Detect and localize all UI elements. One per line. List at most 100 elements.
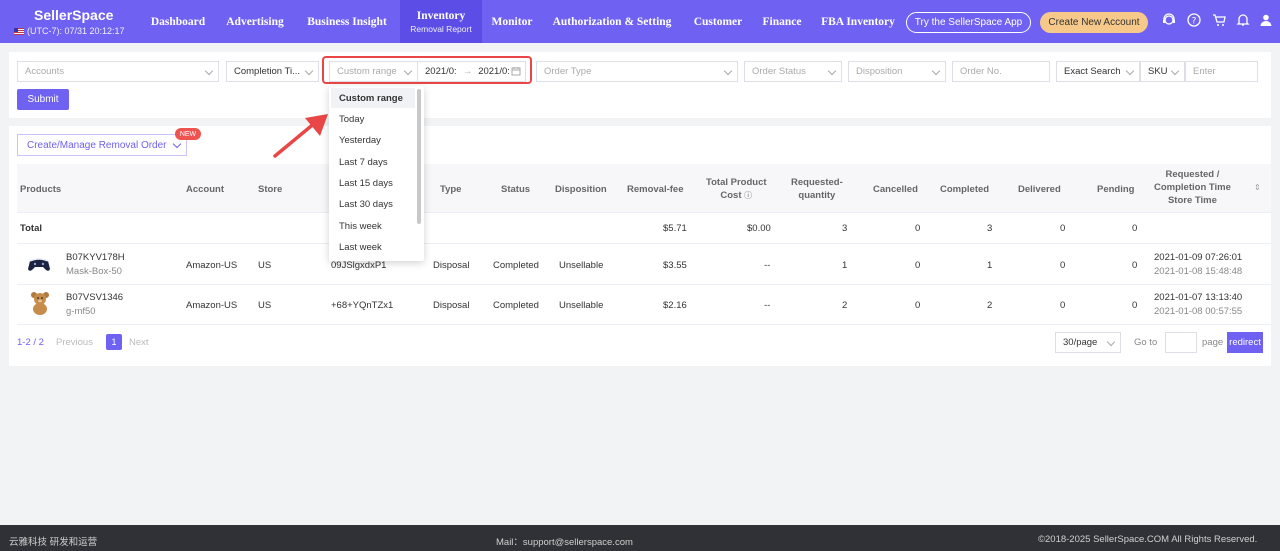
- col-products[interactable]: Products: [20, 183, 61, 196]
- row2-completed: 2: [987, 300, 993, 311]
- help-icon[interactable]: ?: [1186, 13, 1202, 29]
- nav-inventory[interactable]: Inventory Removal Report: [400, 0, 482, 43]
- cart-icon[interactable]: [1211, 13, 1227, 29]
- row2-requested-time: 2021-01-07 13:13:40: [1154, 292, 1243, 303]
- col-removal-fee[interactable]: Removal-fee: [627, 183, 684, 196]
- create-new-account-button[interactable]: Create New Account: [1040, 12, 1148, 33]
- col-store[interactable]: Store: [258, 183, 282, 196]
- order-no-input[interactable]: Order No.: [952, 61, 1050, 82]
- row1-cancelled: 0: [915, 260, 921, 271]
- svg-text:?: ?: [1192, 17, 1197, 27]
- teddy-bear-icon: [27, 290, 53, 315]
- chevron-down-icon: [1125, 66, 1135, 76]
- previous-page-button[interactable]: Previous: [56, 337, 93, 348]
- chevron-down-icon: [1106, 337, 1116, 347]
- nav-fba-inventory[interactable]: FBA Inventory: [814, 0, 902, 43]
- user-icon[interactable]: [1258, 13, 1274, 29]
- row1-sku: Mask-Box-50: [66, 266, 122, 277]
- chevron-down-icon: [204, 66, 214, 76]
- row-divider: [17, 243, 1271, 244]
- info-icon[interactable]: ⓘ: [744, 191, 752, 200]
- chevron-down-icon: [931, 66, 941, 76]
- col-pending[interactable]: Pending: [1097, 183, 1134, 196]
- redirect-button[interactable]: redirect: [1227, 332, 1263, 353]
- row-divider: [17, 324, 1271, 325]
- col-completed[interactable]: Completed: [940, 183, 989, 196]
- create-manage-removal-order-button[interactable]: Create/Manage Removal Order: [17, 134, 187, 156]
- try-app-button[interactable]: Try the SellerSpace App: [906, 12, 1031, 33]
- row1-delivered: 0: [1060, 260, 1066, 271]
- nav-advertising[interactable]: Advertising: [218, 0, 292, 43]
- chevron-down-icon: [1170, 66, 1180, 76]
- chevron-down-icon: [172, 139, 182, 149]
- dropdown-item-last-7-days[interactable]: Last 7 days: [331, 152, 415, 172]
- row2-removal-fee: $2.16: [663, 300, 687, 311]
- row2-type: Disposal: [433, 300, 470, 311]
- dropdown-item-last-week[interactable]: Last week: [331, 237, 415, 257]
- nav-dashboard[interactable]: Dashboard: [142, 0, 214, 43]
- row2-requested: 2: [842, 300, 848, 311]
- row2-asin[interactable]: B07VSV1346: [66, 292, 123, 303]
- disposition-select[interactable]: Disposition: [848, 61, 946, 82]
- col-time[interactable]: Requested / Completion Time Store Time: [1154, 168, 1231, 207]
- order-type-select[interactable]: Order Type: [536, 61, 738, 82]
- footer: 云雅科技 研发和运营 Mail：support@sellerspace.com …: [0, 525, 1280, 551]
- total-pending: 0: [1132, 223, 1138, 234]
- row1-order-id: 09JSlgxdxP1: [331, 260, 387, 271]
- row1-asin[interactable]: B07KYV178H: [66, 252, 125, 263]
- nav-monitor[interactable]: Monitor: [486, 0, 538, 43]
- gamepad-icon: [26, 253, 52, 275]
- col-account[interactable]: Account: [186, 183, 224, 196]
- footer-copyright: ©2018-2025 SellerSpace.COM All Rights Re…: [1038, 534, 1258, 545]
- col-disposition[interactable]: Disposition: [555, 183, 607, 196]
- nav-business-insight[interactable]: Business Insight: [296, 0, 398, 43]
- footer-mail[interactable]: Mail：support@sellerspace.com: [496, 534, 633, 548]
- nav-finance[interactable]: Finance: [756, 0, 808, 43]
- dropdown-scrollbar[interactable]: [417, 89, 421, 224]
- nav-authorization-setting[interactable]: Authorization & Setting: [544, 0, 680, 43]
- accounts-select[interactable]: Accounts: [17, 61, 219, 82]
- page-1-button[interactable]: 1: [106, 334, 122, 350]
- total-cancelled: 0: [915, 223, 921, 234]
- brand-logo[interactable]: SellerSpace: [34, 7, 132, 23]
- row2-pending: 0: [1132, 300, 1138, 311]
- col-status[interactable]: Status: [501, 183, 530, 196]
- row1-store: US: [258, 260, 272, 271]
- dropdown-item-today[interactable]: Today: [331, 109, 415, 129]
- goto-page-input[interactable]: [1165, 332, 1197, 353]
- bell-icon[interactable]: [1235, 13, 1251, 29]
- col-cancelled[interactable]: Cancelled: [873, 183, 918, 196]
- brand: SellerSpace (UTC-7): 07/31 20:12:17: [14, 7, 132, 36]
- submit-button[interactable]: Submit: [17, 89, 69, 110]
- dropdown-item-this-week[interactable]: This week: [331, 216, 415, 236]
- dropdown-item-last-15-days[interactable]: Last 15 days: [331, 173, 415, 193]
- col-requested-quantity[interactable]: Requested-quantity: [791, 176, 843, 202]
- dropdown-item-custom-range[interactable]: Custom range: [331, 88, 415, 108]
- results-panel: [9, 126, 1271, 366]
- col-delivered[interactable]: Delivered: [1018, 183, 1061, 196]
- next-page-button[interactable]: Next: [129, 337, 149, 348]
- sort-icon[interactable]: ⇕: [1254, 183, 1261, 192]
- support-icon[interactable]: [1161, 13, 1177, 29]
- search-input[interactable]: Enter: [1185, 61, 1258, 82]
- chevron-down-icon: [304, 66, 314, 76]
- row2-cancelled: 0: [915, 300, 921, 311]
- time-type-select[interactable]: Completion Ti...: [226, 61, 319, 82]
- dropdown-item-yesterday[interactable]: Yesterday: [331, 130, 415, 150]
- row1-completion-time: 2021-01-08 15:48:48: [1154, 266, 1243, 277]
- row-divider: [17, 284, 1271, 285]
- row2-sku: g-mf50: [66, 306, 96, 317]
- page-size-select[interactable]: 30/page: [1055, 332, 1121, 353]
- col-total-product-cost[interactable]: Total Product Cost ⓘ: [706, 176, 767, 202]
- search-mode-select[interactable]: Exact Search: [1056, 61, 1140, 82]
- nav-customer[interactable]: Customer: [686, 0, 750, 43]
- row2-delivered: 0: [1060, 300, 1066, 311]
- col-type[interactable]: Type: [440, 183, 461, 196]
- row1-disposition: Unsellable: [559, 260, 604, 271]
- new-badge: NEW: [175, 128, 201, 140]
- total-product-cost: $0.00: [747, 223, 771, 234]
- row2-total-cost: --: [764, 300, 771, 311]
- dropdown-item-last-30-days[interactable]: Last 30 days: [331, 194, 415, 214]
- search-field-select[interactable]: SKU: [1140, 61, 1185, 82]
- order-status-select[interactable]: Order Status: [744, 61, 842, 82]
